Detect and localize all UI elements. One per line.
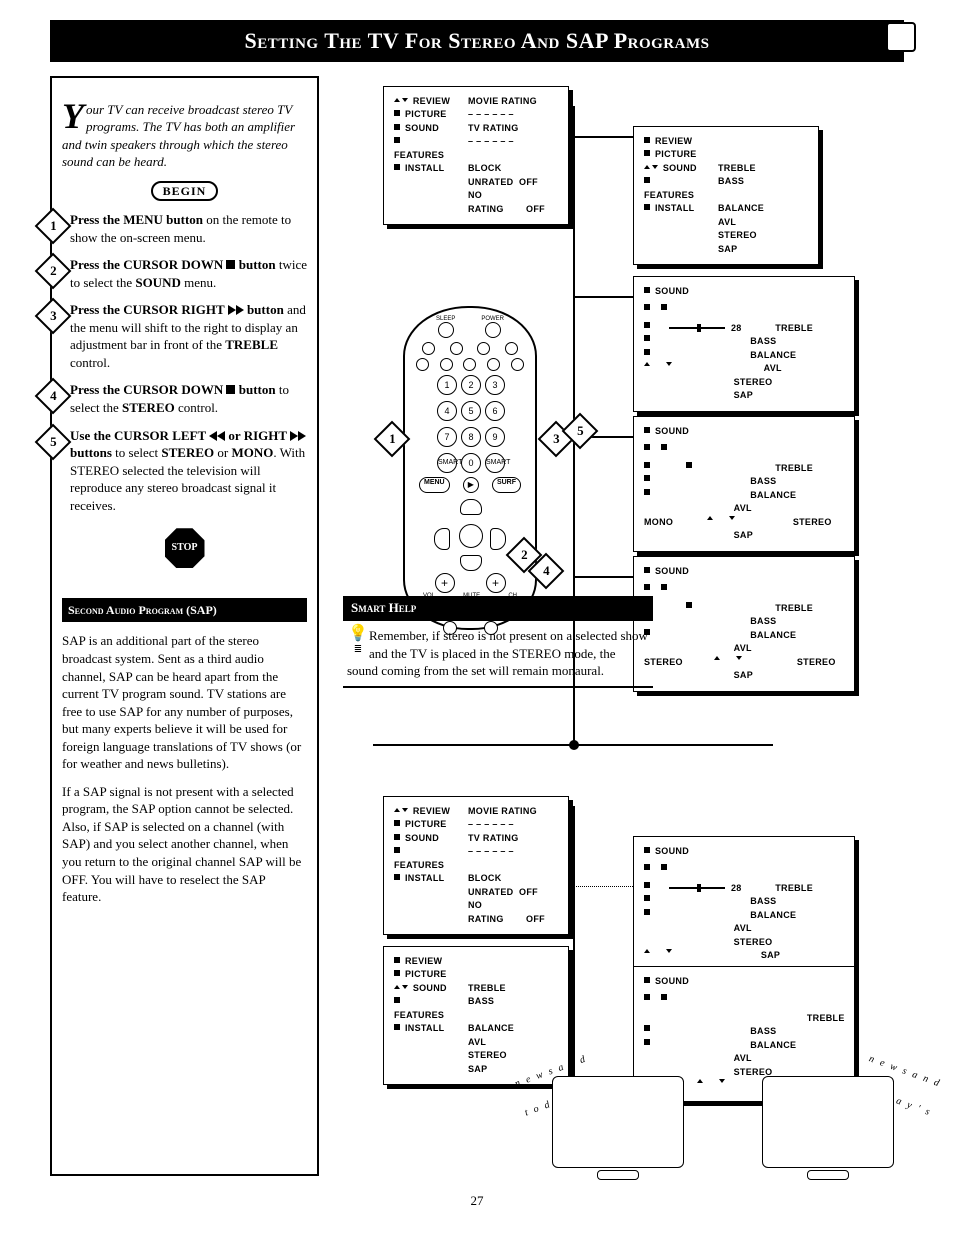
smart-help-text: Remember, if stereo is not present on a … [347, 628, 648, 678]
remote-control: SLEEP POWER 123 456 789 SMART0SMART [403, 306, 537, 630]
step-2: 2 Press the CURSOR DOWN button twice to … [62, 256, 307, 291]
step-number-5: 5 [35, 423, 72, 460]
smart-help-header: Smart Help [343, 596, 653, 620]
step-number-3: 3 [35, 298, 72, 335]
step-number-2: 2 [35, 253, 72, 290]
intro-text: Your TV can receive broadcast stereo TV … [62, 101, 307, 171]
osd-sap-treble: SOUND 28 TREBLE BASS BALANCE AVL S [633, 836, 855, 972]
dropcap: Y [62, 101, 86, 131]
step-number-1: 1 [35, 208, 72, 245]
stop-badge: STOP [165, 528, 205, 568]
osd-sound-stereo: SOUND TREBLE BASS BALANCE AVL STEREO [633, 556, 855, 692]
osd-sound-mono: SOUND TREBLE BASS BALANCE AVL MONO [633, 416, 855, 552]
page-number: 27 [50, 1192, 904, 1210]
page-title-bar: Setting the TV for Stereo and SAP Progra… [50, 20, 904, 62]
bulb-icon: 💡≣ [347, 627, 369, 657]
sap-p2: If a SAP signal is not present with a se… [62, 783, 307, 906]
osd-main-sound: REVIEW PICTURE SOUNDTREBLE FEATURESBASS … [633, 126, 819, 266]
dpad [434, 499, 506, 571]
sap-p1: SAP is an additional part of the stereo … [62, 632, 307, 772]
step-number-4: 4 [35, 378, 72, 415]
osd-sap-main: REVIEWMOVIE RATING PICTURE– – – – – – SO… [383, 796, 569, 936]
tv-right: n e w s a n d t o d a y ' s [753, 1076, 903, 1180]
begin-badge: BEGIN [151, 181, 219, 201]
intro-body: our TV can receive broadcast stereo TV p… [62, 102, 295, 170]
page-title: Setting the TV for Stereo and SAP Progra… [245, 26, 710, 56]
smart-help: Smart Help 💡≣ Remember, if stereo is not… [343, 596, 653, 688]
step-5: 5 Use the CURSOR LEFT or RIGHT buttons t… [62, 427, 307, 515]
tv-left: n e w s a n d t o d a y ' s [543, 1076, 693, 1180]
osd-main-rating: REVIEWMOVIE RATING PICTURE– – – – – – SO… [383, 86, 569, 226]
osd-sound-treble: SOUND 28 TREBLE BASS BALANCE AVL STEREO [633, 276, 855, 412]
sap-header: Second Audio Program (SAP) [62, 598, 307, 622]
step-4: 4 Press the CURSOR DOWN button to select… [62, 381, 307, 416]
corner-box [886, 22, 916, 52]
step-3: 3 Press the CURSOR RIGHT button and the … [62, 301, 307, 371]
sap-body: SAP is an additional part of the stereo … [62, 632, 307, 905]
osd-sap-mainsound: REVIEW PICTURE SOUNDTREBLE FEATURESBASS … [383, 946, 569, 1086]
instruction-panel: Your TV can receive broadcast stereo TV … [50, 76, 319, 1176]
step-1-bold: Press the MENU button [70, 212, 203, 227]
figure-upper: REVIEWMOVIE RATING PICTURE– – – – – – SO… [343, 76, 904, 776]
figure-lower: REVIEWMOVIE RATING PICTURE– – – – – – SO… [343, 806, 904, 1176]
step-1: 1 Press the MENU button on the remote to… [62, 211, 307, 246]
